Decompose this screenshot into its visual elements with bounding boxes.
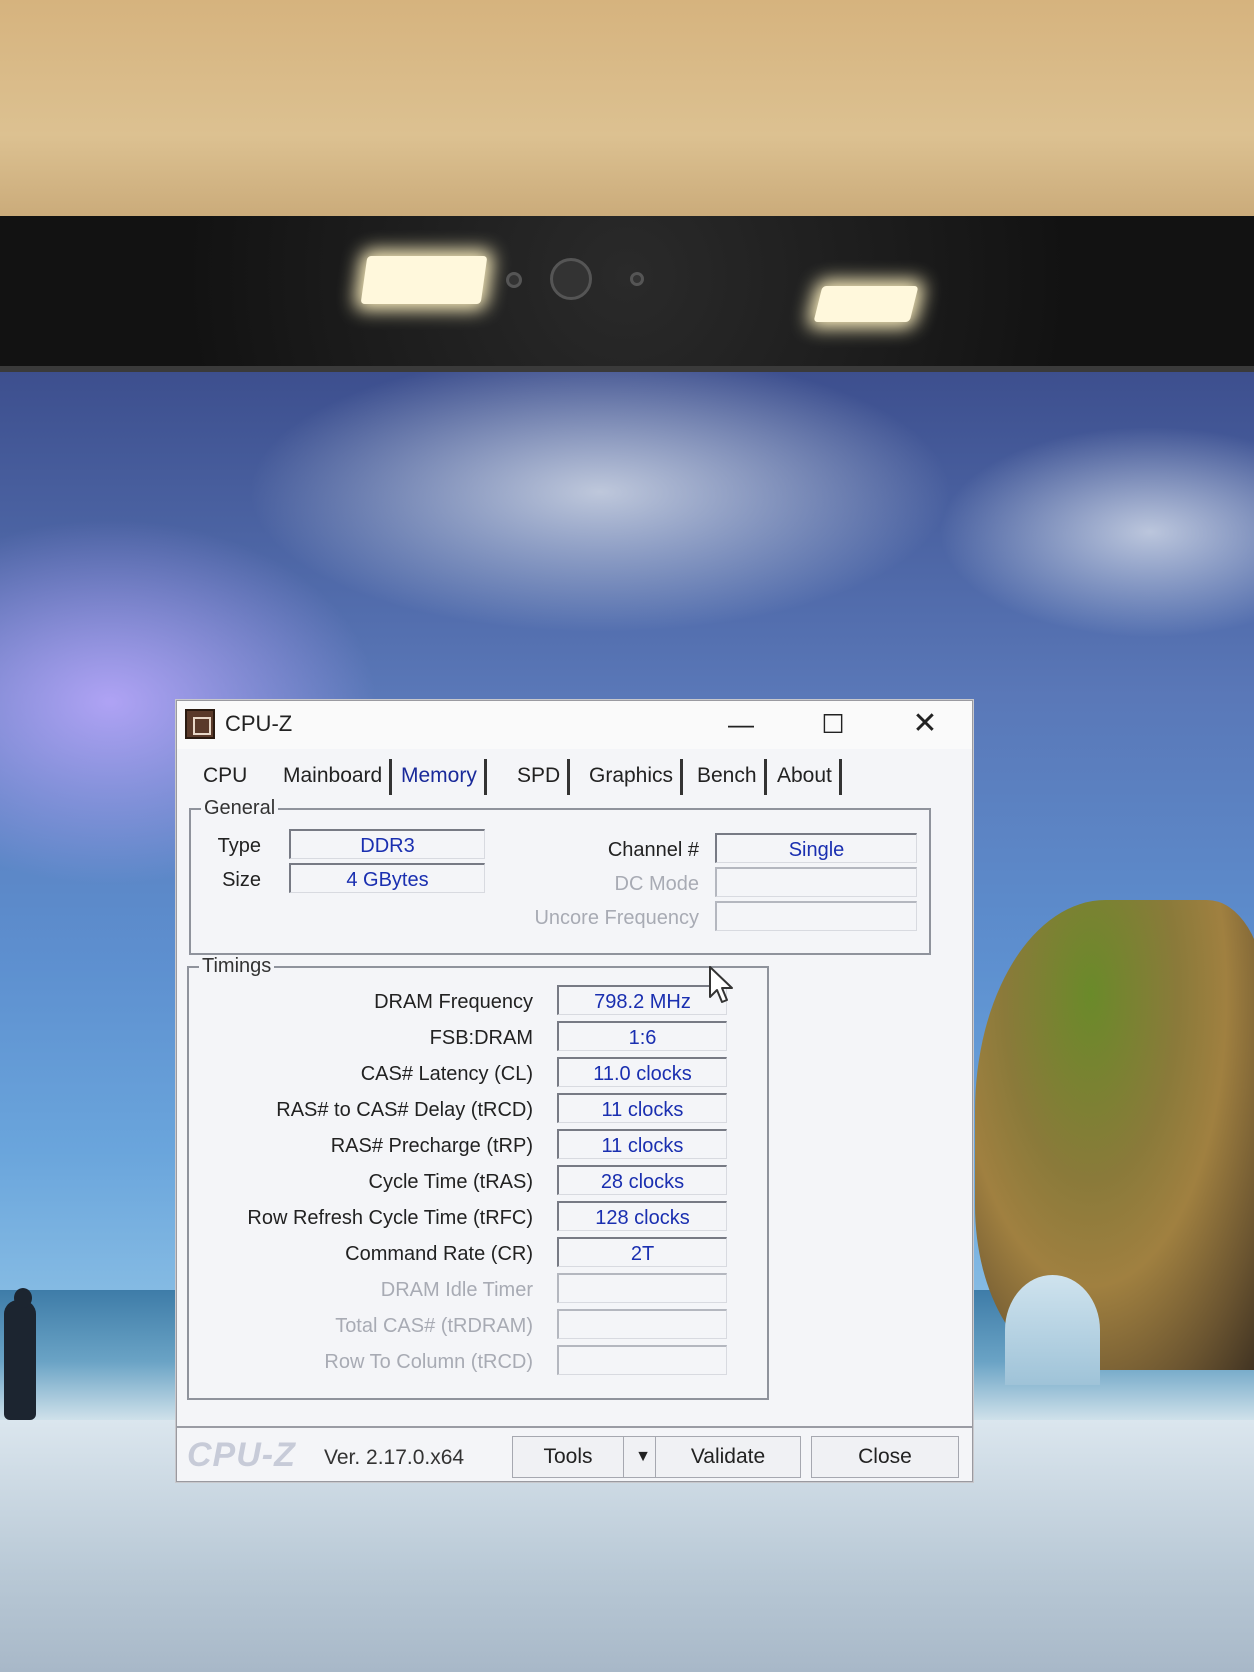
trfc-value: 128 clocks [557, 1201, 727, 1231]
dram-idle-timer-label: DRAM Idle Timer [380, 1279, 533, 1301]
tab-memory[interactable]: Memory [395, 759, 487, 795]
version-label: Ver. 2.17.0.x64 [324, 1446, 465, 1469]
size-label: Size [222, 869, 261, 891]
trp-label: RAS# Precharge (tRP) [330, 1135, 533, 1157]
command-rate-label: Command Rate (CR) [345, 1243, 533, 1265]
trp-value: 11 clocks [557, 1129, 727, 1159]
dram-frequency-value: 798.2 MHz [557, 985, 727, 1015]
bezel-mic [630, 272, 644, 286]
total-cas-label: Total CAS# (tRDRAM) [335, 1315, 533, 1337]
cas-latency-value: 11.0 clocks [557, 1057, 727, 1087]
close-icon[interactable]: ✕ [895, 705, 955, 743]
mouse-cursor-icon [709, 966, 733, 1003]
tab-bench[interactable]: Bench [691, 759, 767, 795]
uncore-frequency-label: Uncore Frequency [534, 907, 699, 929]
tras-value: 28 clocks [557, 1165, 727, 1195]
tras-label: Cycle Time (tRAS) [368, 1171, 533, 1193]
dram-frequency-label: DRAM Frequency [374, 991, 533, 1013]
bezel-light-left [360, 256, 488, 304]
validate-button[interactable]: Validate [655, 1436, 801, 1478]
wallpaper-arch [1005, 1275, 1100, 1385]
trcd-value: 11 clocks [557, 1093, 727, 1123]
webcam-icon [550, 258, 592, 300]
cas-latency-label: CAS# Latency (CL) [360, 1063, 533, 1085]
dram-idle-timer-value [557, 1273, 727, 1303]
command-rate-value: 2T [557, 1237, 727, 1267]
maximize-icon[interactable]: ☐ [803, 705, 863, 743]
cpu-z-app-icon [185, 709, 215, 739]
close-button[interactable]: Close [811, 1436, 959, 1478]
dc-mode-label: DC Mode [614, 873, 699, 895]
tab-bar: CPU Mainboard Memory SPD Graphics Bench … [187, 759, 957, 795]
wallpaper-runner [4, 1300, 36, 1420]
minimize-icon[interactable]: — [711, 705, 771, 743]
bezel-sensor [506, 272, 522, 288]
tab-mainboard[interactable]: Mainboard [277, 759, 393, 795]
tab-spd[interactable]: SPD [511, 759, 571, 795]
tab-about[interactable]: About [771, 759, 842, 795]
type-label: Type [217, 835, 261, 857]
tab-cpu[interactable]: CPU [197, 759, 253, 793]
fsb-dram-label: FSB:DRAM [429, 1027, 533, 1049]
channel-label: Channel # [607, 839, 699, 861]
bezel-light-right [813, 286, 919, 322]
channel-value: Single [715, 833, 917, 863]
general-legend: General [204, 797, 276, 819]
dc-mode-value [715, 867, 917, 897]
wall-background [0, 0, 1254, 225]
row-to-column-value [557, 1345, 727, 1375]
monitor-bezel [0, 216, 1254, 372]
window-title: CPU-Z [225, 711, 293, 736]
type-value: DDR3 [289, 829, 485, 859]
total-cas-value [557, 1309, 727, 1339]
wallpaper-runner-head [14, 1288, 32, 1308]
uncore-frequency-value [715, 901, 917, 931]
cpu-z-brand-logo: CPU-Z [187, 1436, 296, 1474]
tab-graphics[interactable]: Graphics [583, 759, 684, 795]
cpu-z-window[interactable]: CPU-Z — ☐ ✕ CPU Mainboard Memory SPD Gra… [176, 700, 973, 1482]
trcd-label: RAS# to CAS# Delay (tRCD) [276, 1099, 533, 1121]
row-to-column-label: Row To Column (tRCD) [324, 1351, 533, 1373]
fsb-dram-value: 1:6 [557, 1021, 727, 1051]
timings-legend: Timings [202, 955, 272, 977]
size-value: 4 GBytes [289, 863, 485, 893]
trfc-label: Row Refresh Cycle Time (tRFC) [247, 1207, 533, 1229]
title-bar[interactable]: CPU-Z — ☐ ✕ [177, 701, 972, 749]
footer-bar: CPU-Z Ver. 2.17.0.x64 Tools ▼ Validate C… [177, 1426, 972, 1483]
tools-button[interactable]: Tools [512, 1436, 624, 1478]
